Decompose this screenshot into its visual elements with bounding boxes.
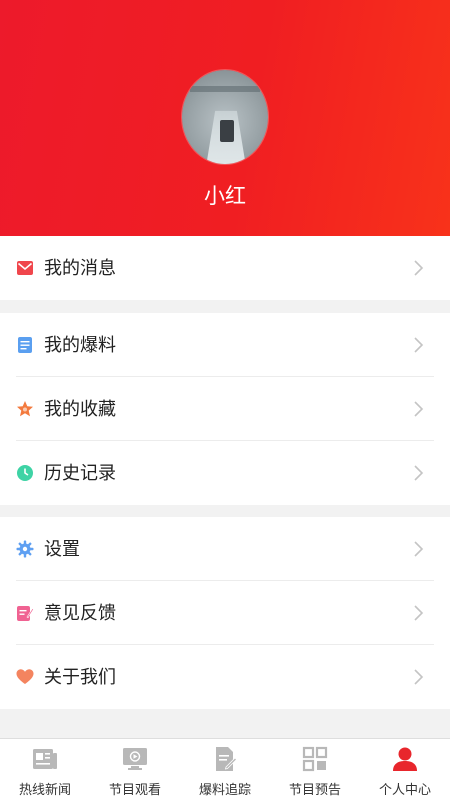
chevron-right-icon xyxy=(414,401,424,417)
menu-group-content: 我的爆料 我的收藏 历史记录 xyxy=(0,313,450,505)
envelope-icon xyxy=(17,261,33,275)
menu-item-label: 我的消息 xyxy=(44,258,116,278)
monitor-play-icon xyxy=(123,748,147,770)
chevron-right-icon xyxy=(414,669,424,685)
star-icon xyxy=(17,401,33,417)
tab-label: 爆料追踪 xyxy=(198,782,251,797)
menu-item-messages[interactable]: 我的消息 xyxy=(0,236,450,300)
chevron-right-icon xyxy=(414,605,424,621)
chevron-right-icon xyxy=(414,260,424,276)
chevron-right-icon xyxy=(414,465,424,481)
menu-item-label: 我的爆料 xyxy=(44,335,116,355)
profile-header: 小红 xyxy=(0,0,450,236)
tab-personal-center[interactable]: 个人中心 xyxy=(360,739,450,800)
grid-icon xyxy=(302,746,328,772)
menu-item-about[interactable]: 关于我们 xyxy=(0,645,450,709)
clock-icon xyxy=(17,465,33,481)
avatar[interactable] xyxy=(182,70,268,164)
menu-item-history[interactable]: 历史记录 xyxy=(0,441,450,505)
tab-label: 节目预告 xyxy=(288,782,341,797)
person-icon xyxy=(393,747,417,771)
menu-item-settings[interactable]: 设置 xyxy=(0,517,450,581)
edit-document-icon xyxy=(216,747,238,771)
chevron-right-icon xyxy=(414,541,424,557)
avatar-detail xyxy=(190,86,260,92)
menu-item-favorites[interactable]: 我的收藏 xyxy=(0,377,450,441)
tab-hotline-news[interactable]: 热线新闻 xyxy=(0,739,90,800)
menu-item-label: 我的收藏 xyxy=(44,399,116,419)
menu-item-label: 关于我们 xyxy=(44,667,116,687)
heart-icon xyxy=(16,669,34,684)
document-list-icon xyxy=(18,337,32,353)
gear-icon xyxy=(16,540,34,558)
tab-label: 个人中心 xyxy=(378,782,431,797)
tab-program-preview[interactable]: 节目预告 xyxy=(270,739,360,800)
username[interactable]: 小红 xyxy=(0,180,450,210)
menu-item-feedback[interactable]: 意见反馈 xyxy=(0,581,450,645)
menu-group-app: 设置 意见反馈 关于我们 xyxy=(0,517,450,709)
tab-program-watch[interactable]: 节目观看 xyxy=(90,739,180,800)
bottom-tab-bar: 热线新闻 节目观看 爆料追踪 节目预告 个人中心 xyxy=(0,738,450,800)
menu-item-label: 历史记录 xyxy=(44,463,116,483)
menu-item-label: 意见反馈 xyxy=(44,603,116,623)
tab-label: 节目观看 xyxy=(108,782,161,797)
chevron-right-icon xyxy=(414,337,424,353)
feedback-icon xyxy=(17,606,34,621)
tab-label: 热线新闻 xyxy=(18,782,71,797)
newspaper-icon xyxy=(33,749,57,769)
avatar-detail xyxy=(220,120,234,142)
tab-report-tracking[interactable]: 爆料追踪 xyxy=(180,739,270,800)
menu-item-label: 设置 xyxy=(44,539,80,559)
menu-item-my-reports[interactable]: 我的爆料 xyxy=(0,313,450,377)
menu-group-messages: 我的消息 xyxy=(0,236,450,300)
